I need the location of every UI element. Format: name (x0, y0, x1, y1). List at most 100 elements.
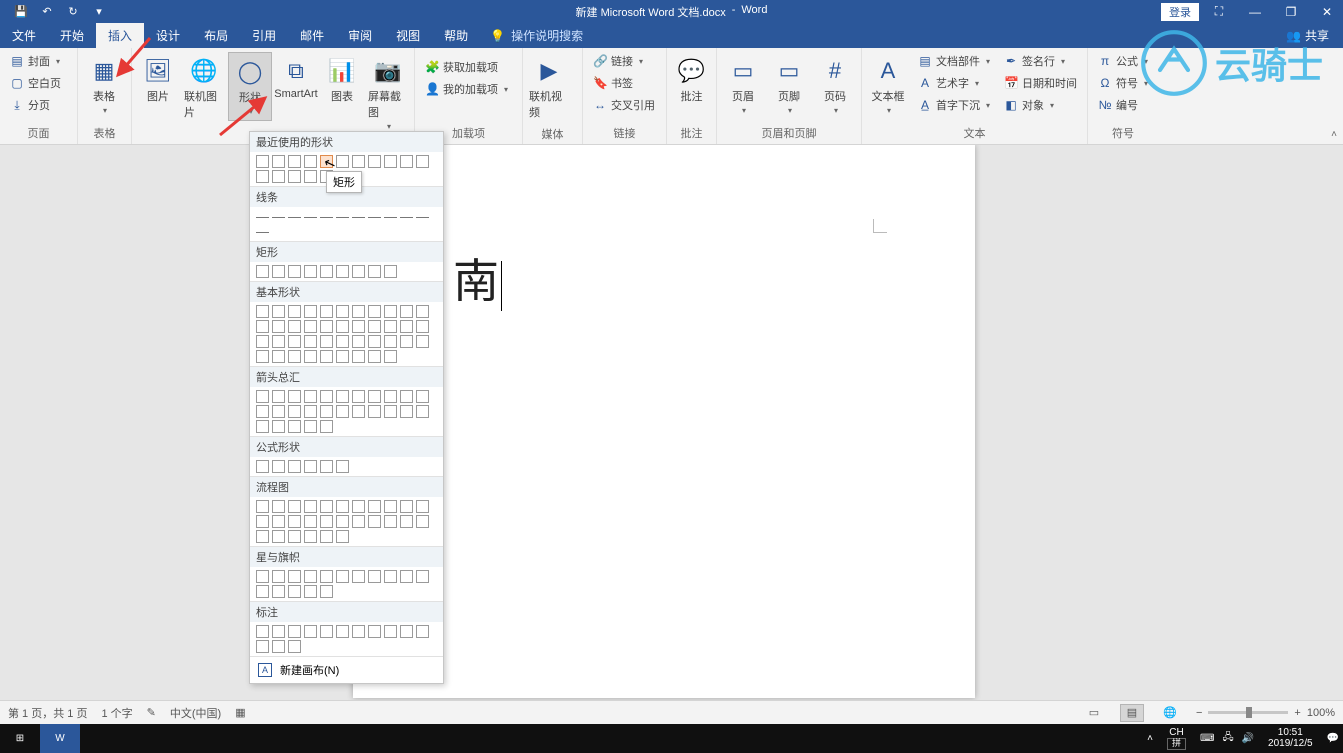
quickparts-button[interactable]: ▤文档部件 (914, 52, 994, 70)
shape-option[interactable] (288, 305, 301, 318)
shape-option[interactable] (320, 515, 333, 528)
shape-option[interactable] (320, 570, 333, 583)
shape-option[interactable] (416, 500, 429, 513)
shape-option[interactable] (256, 350, 269, 363)
shape-option[interactable] (288, 530, 301, 543)
tab-insert[interactable]: 插入 (96, 23, 144, 48)
table-button[interactable]: ▦ 表格 (82, 52, 126, 119)
pagenum-button[interactable]: #页码 (813, 52, 857, 119)
shape-option[interactable] (256, 170, 269, 183)
shape-option[interactable] (416, 155, 429, 168)
shape-option[interactable] (384, 390, 397, 403)
save-button[interactable]: 💾 (14, 5, 28, 18)
shape-option[interactable] (368, 155, 381, 168)
start-button[interactable]: ⊞ (0, 724, 40, 753)
blank-page-button[interactable]: ▢空白页 (6, 74, 65, 92)
shape-option[interactable] (288, 335, 301, 348)
shape-option[interactable] (288, 350, 301, 363)
shape-option[interactable] (256, 305, 269, 318)
redo-button[interactable]: ↻ (66, 5, 80, 18)
shape-option[interactable] (416, 390, 429, 403)
shape-option[interactable] (352, 350, 365, 363)
shape-option[interactable] (272, 530, 285, 543)
zoom-slider[interactable] (1208, 711, 1288, 714)
equation-button[interactable]: π公式 (1094, 52, 1152, 70)
datetime-button[interactable]: 📅日期和时间 (1000, 74, 1081, 92)
online-pictures-button[interactable]: 🌐联机图片 (182, 52, 226, 124)
shape-option[interactable] (304, 515, 317, 528)
shape-option[interactable] (288, 170, 301, 183)
shape-option[interactable] (256, 515, 269, 528)
shape-option[interactable] (288, 390, 301, 403)
shape-option[interactable] (352, 405, 365, 418)
shape-option[interactable] (336, 155, 349, 168)
shape-option[interactable] (368, 210, 381, 223)
shape-option[interactable] (416, 405, 429, 418)
shapes-button[interactable]: ◯形状 (228, 52, 272, 121)
page-indicator[interactable]: 第 1 页，共 1 页 (8, 705, 87, 721)
page[interactable]: 南 (353, 145, 975, 698)
shape-option[interactable] (304, 585, 317, 598)
shape-option[interactable] (400, 500, 413, 513)
shape-option[interactable] (368, 305, 381, 318)
shape-option[interactable] (288, 265, 301, 278)
shape-option[interactable] (384, 335, 397, 348)
shape-option[interactable] (352, 210, 365, 223)
shape-option[interactable] (384, 210, 397, 223)
my-addins-button[interactable]: 👤我的加载项 (421, 80, 512, 98)
shape-option[interactable] (272, 335, 285, 348)
clock[interactable]: 10:51 2019/12/5 (1262, 727, 1319, 749)
smartart-button[interactable]: ⧉SmartArt (274, 52, 318, 104)
object-button[interactable]: ◧对象 (1000, 96, 1081, 114)
shape-option[interactable] (352, 515, 365, 528)
shape-option[interactable] (368, 320, 381, 333)
shape-option[interactable] (336, 460, 349, 473)
shape-option[interactable] (304, 420, 317, 433)
shape-option[interactable] (368, 335, 381, 348)
language-indicator[interactable]: 中文(中国) (170, 705, 221, 721)
tab-view[interactable]: 视图 (384, 23, 432, 48)
shape-option[interactable] (304, 350, 317, 363)
notifications-icon[interactable]: 💬 (1327, 733, 1339, 744)
tab-review[interactable]: 审阅 (336, 23, 384, 48)
shape-option[interactable] (320, 305, 333, 318)
shape-option[interactable] (336, 305, 349, 318)
shape-option[interactable] (384, 500, 397, 513)
ribbon-display-options[interactable]: ⛶ (1203, 4, 1235, 19)
shape-option[interactable] (416, 320, 429, 333)
shape-option[interactable] (384, 625, 397, 638)
tab-help[interactable]: 帮助 (432, 23, 480, 48)
symbol-button[interactable]: Ω符号 (1094, 74, 1152, 92)
shape-option[interactable] (288, 570, 301, 583)
cover-page-button[interactable]: ▤封面 (6, 52, 65, 70)
shape-option[interactable] (336, 390, 349, 403)
shape-option[interactable] (256, 420, 269, 433)
shape-option[interactable] (416, 625, 429, 638)
shape-option[interactable] (320, 265, 333, 278)
shape-option[interactable] (416, 515, 429, 528)
shape-option[interactable] (368, 625, 381, 638)
shape-option[interactable] (352, 155, 365, 168)
shape-option[interactable] (256, 500, 269, 513)
tab-file[interactable]: 文件 (0, 23, 48, 48)
zoom-in-button[interactable]: + (1294, 707, 1300, 719)
document-area[interactable]: 南 (0, 145, 1343, 724)
shape-option[interactable] (304, 530, 317, 543)
zoom-thumb[interactable] (1246, 707, 1252, 718)
new-canvas-button[interactable]: A 新建画布(N) (250, 656, 443, 683)
shape-option[interactable] (320, 625, 333, 638)
minimize-button[interactable]: — (1239, 5, 1271, 19)
shape-option[interactable] (272, 420, 285, 433)
shape-option[interactable] (304, 305, 317, 318)
view-read-mode[interactable]: ▭ (1082, 704, 1106, 722)
shape-option[interactable] (272, 460, 285, 473)
picture-button[interactable]: 🖼图片 (136, 52, 180, 108)
macro-indicator[interactable]: ▦ (235, 706, 245, 719)
proofing-indicator[interactable]: ✎ (147, 706, 156, 719)
shape-option[interactable] (400, 570, 413, 583)
shape-option[interactable] (288, 460, 301, 473)
shape-option[interactable] (256, 155, 269, 168)
shape-option[interactable] (352, 320, 365, 333)
shape-option[interactable] (320, 530, 333, 543)
tab-references[interactable]: 引用 (240, 23, 288, 48)
